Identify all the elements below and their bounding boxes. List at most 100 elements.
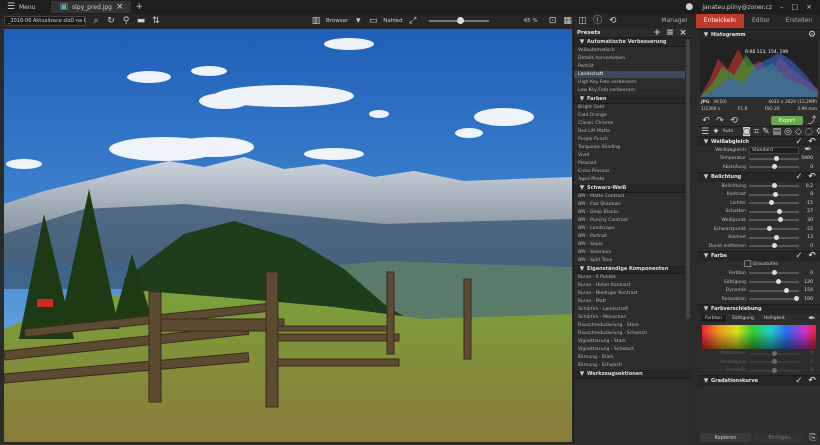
preset-item[interactable]: Kurve - S Punkte: [574, 274, 685, 282]
sort-icon[interactable]: ⇅: [151, 16, 161, 26]
camera-icon[interactable]: ◙: [742, 127, 751, 137]
slider-value[interactable]: 0: [799, 351, 813, 356]
preset-item[interactable]: Vivid: [574, 152, 685, 160]
preset-item[interactable]: BW - Portrait: [574, 233, 685, 241]
slider-knob[interactable]: [774, 234, 780, 240]
preview-toggle[interactable]: Nahled: [383, 18, 402, 24]
slider-track[interactable]: [749, 270, 799, 276]
slider-track[interactable]: [749, 243, 799, 249]
preset-item[interactable]: BW - Selenium: [574, 249, 685, 257]
slider-value[interactable]: 5600: [799, 156, 813, 161]
slider-track[interactable]: [749, 164, 799, 170]
preset-item[interactable]: BW - Matte Contrast: [574, 193, 685, 201]
shift-tab-brightness[interactable]: Helligkeit: [760, 315, 789, 322]
folder-icon[interactable]: ▬: [136, 16, 146, 26]
refresh-icon[interactable]: ↻: [106, 16, 116, 26]
slider-track[interactable]: [749, 350, 799, 356]
crop-icon[interactable]: ⌗: [754, 127, 759, 137]
preset-menu-icon[interactable]: ≡: [665, 28, 675, 38]
sliders-icon[interactable]: ☰: [701, 127, 709, 137]
radial-icon[interactable]: ◎: [784, 127, 792, 137]
reset-section-icon[interactable]: ↶: [807, 376, 817, 386]
more-icon[interactable]: ⚙: [816, 127, 820, 137]
preset-group-header[interactable]: ▾ Eigenständige Komponenten: [574, 264, 691, 274]
menu-button[interactable]: ☰ Menu: [0, 0, 41, 14]
redo-icon[interactable]: ↷: [715, 116, 725, 126]
preset-item[interactable]: Kurve - Matt: [574, 298, 685, 306]
check-icon[interactable]: ✓: [794, 376, 804, 386]
slider-knob[interactable]: [773, 155, 779, 161]
slider-value[interactable]: 30: [799, 218, 813, 223]
shift-tab-saturation[interactable]: Sättigung: [728, 315, 758, 322]
slider-value[interactable]: 0: [799, 360, 813, 365]
exposure-header[interactable]: ▾ Belichtung ✓ ↶: [698, 171, 820, 182]
slider-track[interactable]: [749, 217, 799, 223]
add-preset-icon[interactable]: +: [652, 28, 662, 38]
presets-scrollbar[interactable]: [686, 39, 690, 319]
slider-track[interactable]: [749, 234, 799, 240]
check-icon[interactable]: ✓: [794, 251, 804, 261]
preset-item[interactable]: BW - Landscape: [574, 225, 685, 233]
close-tab-icon[interactable]: ×: [116, 2, 124, 12]
browser-toggle[interactable]: Browser: [326, 18, 348, 24]
preset-item[interactable]: Vollautomatisch: [574, 47, 685, 55]
preset-item[interactable]: Aged Photo: [574, 176, 685, 184]
rotate-icon[interactable]: ⟲: [608, 16, 618, 26]
check-icon[interactable]: ✓: [794, 172, 804, 182]
preset-item[interactable]: BW - Sepia: [574, 241, 685, 249]
preset-item[interactable]: Polaroid: [574, 160, 685, 168]
slider-track[interactable]: [749, 367, 799, 373]
tab-develop[interactable]: Entwickeln: [695, 14, 744, 28]
slider-value[interactable]: 0: [799, 271, 813, 276]
path-input[interactable]: _2018-06 Aktualizace sloD na Konv: [4, 16, 86, 26]
slider-value[interactable]: -22: [799, 227, 813, 232]
auto-button[interactable]: Auto: [723, 129, 734, 134]
reset-section-icon[interactable]: ↶: [807, 172, 817, 182]
zoom-slider[interactable]: [428, 17, 489, 24]
preset-item[interactable]: Kurve - Niedriger Kontrast: [574, 290, 685, 298]
clone-icon[interactable]: ◌: [805, 127, 813, 137]
slider-track[interactable]: [749, 226, 799, 232]
share-icon[interactable]: ⤴: [807, 116, 817, 126]
slider-knob[interactable]: [771, 350, 777, 356]
close-panel-icon[interactable]: ×: [678, 28, 688, 38]
slider-knob[interactable]: [771, 164, 777, 170]
slider-value[interactable]: 8: [799, 192, 813, 197]
slider-knob[interactable]: [773, 191, 779, 197]
preset-item[interactable]: Cross Process: [574, 168, 685, 176]
eraser-icon[interactable]: ◇: [795, 127, 802, 137]
slider-knob[interactable]: [777, 208, 783, 214]
preset-group-header[interactable]: ▾ Schwarz-Weiß: [574, 183, 691, 193]
preset-item[interactable]: Cold Orange: [574, 112, 685, 120]
preset-item[interactable]: BW - Deep Blacks: [574, 209, 685, 217]
magic-icon[interactable]: ✦: [712, 127, 720, 137]
preset-item[interactable]: BW - Split Tone: [574, 257, 685, 265]
slider-value[interactable]: 120: [799, 280, 813, 285]
account-name[interactable]: janateu.piiny@zoner.cz: [702, 4, 772, 11]
slider-track[interactable]: [749, 296, 799, 302]
file-tab[interactable]: ▣ slpy_pred.jpg ×: [51, 1, 132, 13]
slider-value[interactable]: 13: [799, 235, 813, 240]
preset-item[interactable]: Bright Gold: [574, 104, 685, 112]
paste-button[interactable]: Einfügen: [754, 433, 805, 442]
shift-header[interactable]: ▾ Farbverschiebung: [698, 303, 820, 314]
whitebalance-header[interactable]: ▾ Weißabgleich ✓ ↶: [698, 136, 820, 147]
preset-item[interactable]: Landschaft: [574, 71, 685, 79]
reset-icon[interactable]: ⟲: [729, 116, 739, 126]
filter-icon[interactable]: ⚲: [121, 16, 131, 26]
slider-value[interactable]: 0: [799, 165, 813, 170]
preset-item[interactable]: Vignettierung - Stark: [574, 338, 685, 346]
preset-item[interactable]: Purple Punch: [574, 136, 685, 144]
slider-value[interactable]: 0: [799, 244, 813, 249]
close-window-icon[interactable]: ×: [806, 3, 812, 11]
info-icon[interactable]: ⓘ: [593, 16, 603, 26]
minimize-icon[interactable]: –: [780, 3, 784, 11]
preset-item[interactable]: Körnung - Stark: [574, 354, 685, 362]
preset-item[interactable]: Classic Chrome: [574, 120, 685, 128]
slider-value[interactable]: -15: [799, 201, 813, 206]
undo-icon[interactable]: ↶: [701, 116, 711, 126]
slider-knob[interactable]: [771, 243, 777, 249]
settings-icon[interactable]: ⚙: [807, 30, 817, 40]
external-icon[interactable]: ⤢: [408, 16, 418, 26]
slider-value[interactable]: 100: [799, 297, 813, 302]
